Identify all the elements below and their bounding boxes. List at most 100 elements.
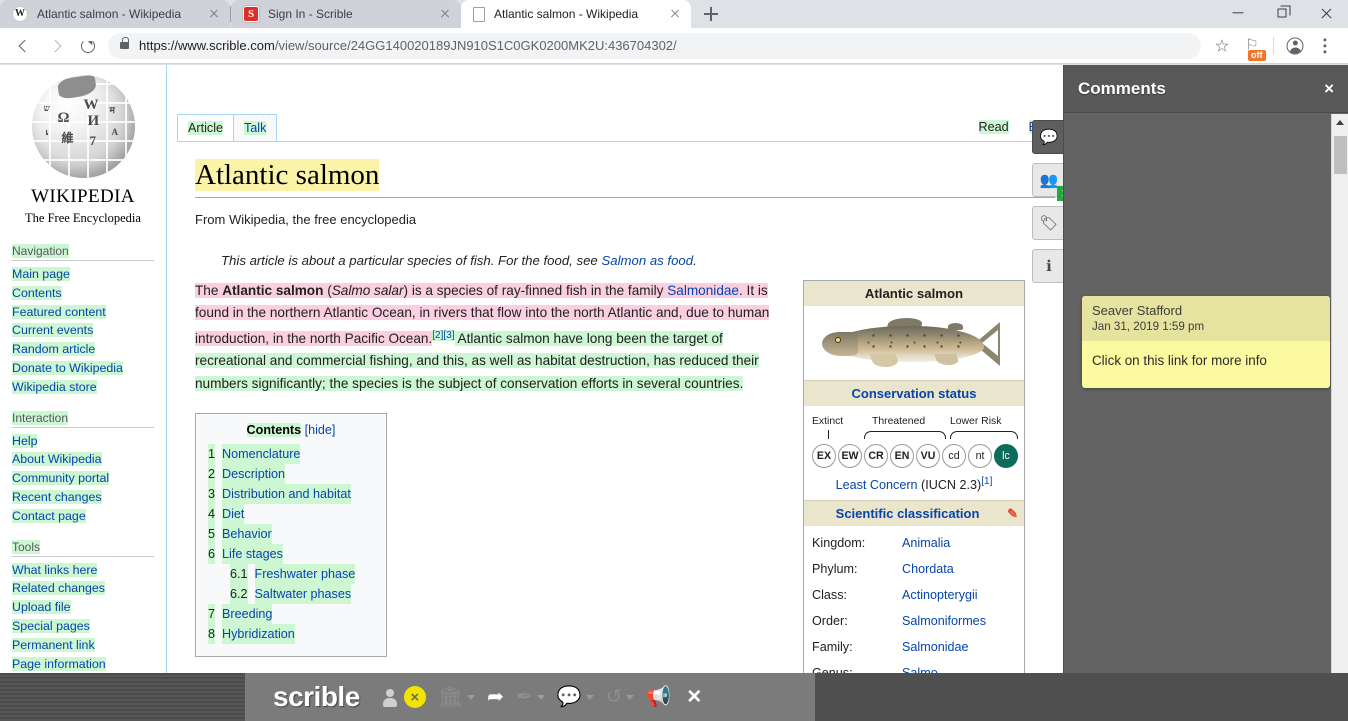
lead-references[interactable]: [2][3]: [432, 330, 454, 341]
sidebar-link[interactable]: Special pages: [12, 619, 90, 633]
status-chip-vu[interactable]: VU: [916, 444, 940, 468]
list-item[interactable]: 5Behavior: [208, 524, 374, 544]
list-item[interactable]: Contents: [12, 284, 154, 303]
minimize-button[interactable]: [1216, 0, 1260, 26]
sidebar-link[interactable]: Featured content: [12, 305, 106, 319]
hatnote-link[interactable]: Salmon as food: [601, 253, 693, 268]
rail-button-comments[interactable]: 💬: [1032, 120, 1066, 154]
tab-close-icon[interactable]: [437, 6, 453, 22]
lead-link-salmonidae[interactable]: Salmonidae: [667, 283, 739, 298]
scrible-comment-button[interactable]: 💬: [551, 673, 600, 721]
address-bar[interactable]: https://www.scrible.com/view/source/24GG…: [108, 33, 1201, 59]
toc-link[interactable]: Behavior: [222, 524, 272, 544]
sidebar-link[interactable]: Upload file: [12, 600, 71, 614]
toc-link[interactable]: Diet: [222, 504, 244, 524]
scrible-library-button[interactable]: 🏛: [432, 673, 481, 721]
rail-button-tags[interactable]: 🏷: [1032, 206, 1066, 240]
bookmark-button[interactable]: ☆: [1207, 31, 1237, 61]
rail-button-info[interactable]: ℹ: [1032, 249, 1066, 283]
sidebar-link[interactable]: Page information: [12, 657, 106, 671]
status-chip-ew[interactable]: EW: [838, 444, 862, 468]
status-chip-nt[interactable]: nt: [968, 444, 992, 468]
pencil-icon[interactable]: ✎: [1007, 506, 1018, 522]
list-item[interactable]: Main page: [12, 265, 154, 284]
profile-button[interactable]: [1280, 31, 1310, 61]
list-item[interactable]: About Wikipedia: [12, 450, 154, 469]
chrome-menu-button[interactable]: [1310, 31, 1340, 61]
scrible-undo-button[interactable]: ↺: [600, 673, 641, 721]
maximize-button[interactable]: [1260, 0, 1304, 26]
list-item[interactable]: Featured content: [12, 303, 154, 322]
list-item[interactable]: 1Nomenclature: [208, 444, 374, 464]
sidebar-link[interactable]: Recent changes: [12, 490, 102, 504]
status-chip-lc-active[interactable]: lc: [994, 444, 1018, 468]
reload-button[interactable]: [72, 30, 104, 62]
scrible-close-button[interactable]: ×: [687, 683, 701, 711]
sidebar-link[interactable]: What links here: [12, 563, 97, 577]
toc-link[interactable]: Life stages: [222, 544, 283, 564]
sidebar-link[interactable]: About Wikipedia: [12, 452, 102, 466]
list-item[interactable]: Help: [12, 432, 154, 451]
list-item[interactable]: 6.1Freshwater phase: [208, 564, 374, 584]
sidebar-link[interactable]: Current events: [12, 323, 93, 337]
status-chip-cr[interactable]: CR: [864, 444, 888, 468]
list-item[interactable]: What links here: [12, 561, 154, 580]
tab-talk[interactable]: Talk: [233, 114, 277, 142]
list-item[interactable]: 6.2Saltwater phases: [208, 584, 374, 604]
sidebar-link[interactable]: Related changes: [12, 581, 105, 595]
toc-link[interactable]: Breeding: [222, 604, 272, 624]
list-item[interactable]: 6Life stages: [208, 544, 374, 564]
rank-value[interactable]: Salmoniformes: [902, 614, 986, 628]
scroll-up-icon[interactable]: [1336, 120, 1344, 125]
scrible-account-button[interactable]: ×: [376, 673, 432, 721]
chevron-down-icon[interactable]: [467, 695, 475, 700]
rank-value[interactable]: Salmonidae: [902, 640, 969, 654]
extension-button[interactable]: ⚐ off: [1237, 31, 1267, 61]
browser-tab-1[interactable]: W Atlantic salmon - Wikipedia: [0, 0, 230, 28]
list-item[interactable]: 3Distribution and habitat: [208, 484, 374, 504]
list-item[interactable]: Page information: [12, 655, 154, 673]
list-item[interactable]: Current events: [12, 321, 154, 340]
rail-button-collaborators[interactable]: 👥 1: [1032, 163, 1066, 197]
toc-link[interactable]: Hybridization: [222, 624, 295, 644]
rank-value[interactable]: Chordata: [902, 562, 954, 576]
status-chip-cd[interactable]: cd: [942, 444, 966, 468]
sidebar-link[interactable]: Help: [12, 434, 37, 448]
toc-link[interactable]: Nomenclature: [222, 444, 300, 464]
toc-link[interactable]: Freshwater phase: [255, 564, 356, 584]
list-item[interactable]: Community portal: [12, 469, 154, 488]
status-chip-ex[interactable]: EX: [812, 444, 836, 468]
rank-value[interactable]: Salmo: [902, 666, 938, 673]
new-tab-button[interactable]: [697, 0, 725, 28]
list-item[interactable]: Recent changes: [12, 488, 154, 507]
rank-value[interactable]: Actinopterygii: [902, 588, 978, 602]
list-item[interactable]: Random article: [12, 340, 154, 359]
sidebar-link[interactable]: Contact page: [12, 509, 86, 523]
comments-scrollbar[interactable]: [1331, 114, 1348, 673]
list-item[interactable]: Wikipedia store: [12, 378, 154, 397]
list-item[interactable]: Special pages: [12, 617, 154, 636]
list-item[interactable]: Contact page: [12, 507, 154, 526]
tab-close-icon[interactable]: [206, 6, 222, 22]
list-item[interactable]: 8Hybridization: [208, 624, 374, 644]
forward-button[interactable]: [40, 30, 72, 62]
toc-link[interactable]: Saltwater phases: [255, 584, 352, 604]
tab-close-icon[interactable]: [667, 6, 683, 22]
status-chip-en[interactable]: EN: [890, 444, 914, 468]
sidebar-link[interactable]: Wikipedia store: [12, 380, 97, 394]
sidebar-link[interactable]: Random article: [12, 342, 95, 356]
sidebar-link[interactable]: Permanent link: [12, 638, 95, 652]
sidebar-link[interactable]: Main page: [12, 267, 70, 281]
list-item[interactable]: Permanent link: [12, 636, 154, 655]
list-item[interactable]: 7Breeding: [208, 604, 374, 624]
toc-link[interactable]: Distribution and habitat: [222, 484, 351, 504]
tab-read[interactable]: Read: [969, 114, 1019, 141]
list-item[interactable]: Donate to Wikipedia: [12, 359, 154, 378]
back-button[interactable]: [8, 30, 40, 62]
sidebar-link[interactable]: Contents: [12, 286, 62, 300]
scrible-announce-button[interactable]: 📢: [640, 673, 677, 721]
scrible-share-button[interactable]: ➦: [481, 673, 510, 721]
list-item[interactable]: Upload file: [12, 598, 154, 617]
status-link[interactable]: Least Concern: [836, 478, 918, 492]
browser-tab-2[interactable]: S Sign In - Scrible: [231, 0, 461, 28]
